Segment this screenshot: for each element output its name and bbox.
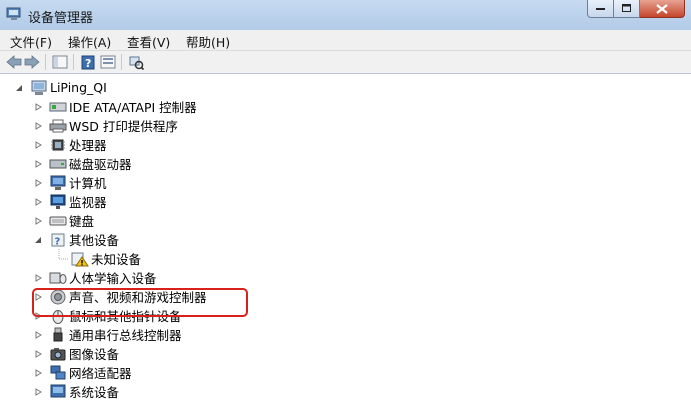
tree-item-hid[interactable]: 人体学输入设备 bbox=[33, 268, 157, 287]
collapsed-arrow-icon[interactable] bbox=[33, 178, 43, 188]
collapsed-arrow-icon[interactable] bbox=[33, 330, 43, 340]
tree-item-label: 通用串行总线控制器 bbox=[69, 328, 182, 343]
tree-item-label: 计算机 bbox=[69, 176, 107, 191]
collapsed-arrow-icon[interactable] bbox=[33, 273, 43, 283]
tree-item-unknown-device[interactable]: 未知设备 bbox=[55, 249, 141, 268]
tree-item-processor[interactable]: 处理器 bbox=[33, 135, 107, 154]
tree-item-disk[interactable]: 磁盘驱动器 bbox=[33, 154, 132, 173]
tree-item-label: 处理器 bbox=[69, 138, 107, 153]
close-icon bbox=[656, 3, 668, 14]
red-highlight-box bbox=[32, 288, 248, 317]
forward-arrow-icon[interactable] bbox=[24, 54, 40, 70]
printer-icon bbox=[49, 118, 67, 134]
ide-controller-icon bbox=[49, 99, 67, 115]
tree-item-computer[interactable]: 计算机 bbox=[33, 173, 107, 192]
collapsed-arrow-icon[interactable] bbox=[33, 121, 43, 131]
system-device-icon bbox=[49, 384, 67, 400]
usb-connector-icon bbox=[49, 327, 67, 343]
keyboard-icon bbox=[49, 213, 67, 229]
expand-arrow-icon[interactable] bbox=[14, 83, 24, 93]
device-manager-icon bbox=[6, 6, 22, 22]
unknown-device-warning-icon bbox=[71, 251, 89, 267]
tree-item-system[interactable]: 系统设备 bbox=[33, 382, 119, 400]
tree-root-label: LiPing_QI bbox=[50, 80, 107, 95]
menu-view[interactable]: 查看(V) bbox=[127, 32, 170, 51]
menu-help[interactable]: 帮助(H) bbox=[186, 32, 230, 51]
expanded-arrow-icon[interactable] bbox=[33, 235, 43, 245]
menu-file[interactable]: 文件(F) bbox=[10, 32, 52, 51]
tree-item-other-devices[interactable]: ? 其他设备 bbox=[33, 230, 119, 249]
title-bar: 设备管理器 bbox=[0, 0, 691, 31]
tree-item-keyboard[interactable]: 键盘 bbox=[33, 211, 94, 230]
hid-device-icon bbox=[49, 270, 67, 286]
tree-item-label: IDE ATA/ATAPI 控制器 bbox=[69, 100, 197, 115]
collapsed-arrow-icon[interactable] bbox=[33, 102, 43, 112]
network-adapter-icon bbox=[49, 365, 67, 381]
collapsed-arrow-icon[interactable] bbox=[33, 387, 43, 397]
tree-connector-line bbox=[58, 249, 69, 260]
tree-item-label: 系统设备 bbox=[69, 385, 120, 400]
svg-text:?: ? bbox=[85, 57, 91, 70]
show-hide-tree-icon[interactable] bbox=[52, 54, 68, 70]
tree-item-label: 监视器 bbox=[69, 195, 107, 210]
monitor-icon bbox=[49, 194, 67, 210]
tree-item-label: 网络适配器 bbox=[69, 366, 132, 381]
camera-icon bbox=[49, 346, 67, 362]
tree-item-ide[interactable]: IDE ATA/ATAPI 控制器 bbox=[33, 97, 197, 116]
disk-drive-icon bbox=[49, 156, 67, 172]
tree-root[interactable]: LiPing_QI bbox=[14, 78, 107, 97]
tree-item-label: 磁盘驱动器 bbox=[69, 157, 132, 172]
computer-icon bbox=[49, 175, 67, 191]
tree-item-usb[interactable]: 通用串行总线控制器 bbox=[33, 325, 182, 344]
back-arrow-icon[interactable] bbox=[6, 54, 22, 70]
processor-icon bbox=[49, 137, 67, 153]
tree-item-monitor[interactable]: 监视器 bbox=[33, 192, 107, 211]
computer-icon bbox=[30, 80, 48, 96]
collapsed-arrow-icon[interactable] bbox=[33, 197, 43, 207]
maximize-button[interactable] bbox=[614, 0, 640, 18]
collapsed-arrow-icon[interactable] bbox=[33, 216, 43, 226]
tree-item-network[interactable]: 网络适配器 bbox=[33, 363, 132, 382]
tree-item-label: 人体学输入设备 bbox=[69, 271, 157, 286]
maximize-icon bbox=[621, 4, 631, 12]
device-tree: LiPing_QI IDE ATA/ATAPI 控制器 WSD 打印提供程序 处… bbox=[0, 74, 691, 400]
window-title: 设备管理器 bbox=[28, 11, 94, 26]
menu-action[interactable]: 操作(A) bbox=[68, 32, 111, 51]
properties-icon[interactable] bbox=[100, 54, 116, 70]
menu-bar: 文件(F) 操作(A) 查看(V) 帮助(H) bbox=[0, 30, 691, 51]
tree-item-wsd[interactable]: WSD 打印提供程序 bbox=[33, 116, 178, 135]
collapsed-arrow-icon[interactable] bbox=[33, 159, 43, 169]
toolbar: ? bbox=[0, 51, 691, 74]
help-icon[interactable]: ? bbox=[80, 54, 96, 70]
tree-item-label: 键盘 bbox=[69, 214, 95, 229]
svg-text:?: ? bbox=[55, 236, 61, 247]
tree-item-label: 图像设备 bbox=[69, 347, 120, 362]
scan-hardware-icon[interactable] bbox=[128, 54, 144, 70]
other-devices-icon: ? bbox=[49, 232, 67, 248]
minimize-icon bbox=[595, 7, 605, 10]
tree-item-label: 其他设备 bbox=[69, 233, 120, 248]
collapsed-arrow-icon[interactable] bbox=[33, 368, 43, 378]
tree-item-label: WSD 打印提供程序 bbox=[69, 119, 178, 134]
minimize-button[interactable] bbox=[587, 0, 614, 18]
collapsed-arrow-icon[interactable] bbox=[33, 349, 43, 359]
close-button[interactable] bbox=[640, 0, 685, 18]
collapsed-arrow-icon[interactable] bbox=[33, 140, 43, 150]
tree-item-label: 未知设备 bbox=[91, 252, 142, 267]
tree-item-imaging[interactable]: 图像设备 bbox=[33, 344, 119, 363]
